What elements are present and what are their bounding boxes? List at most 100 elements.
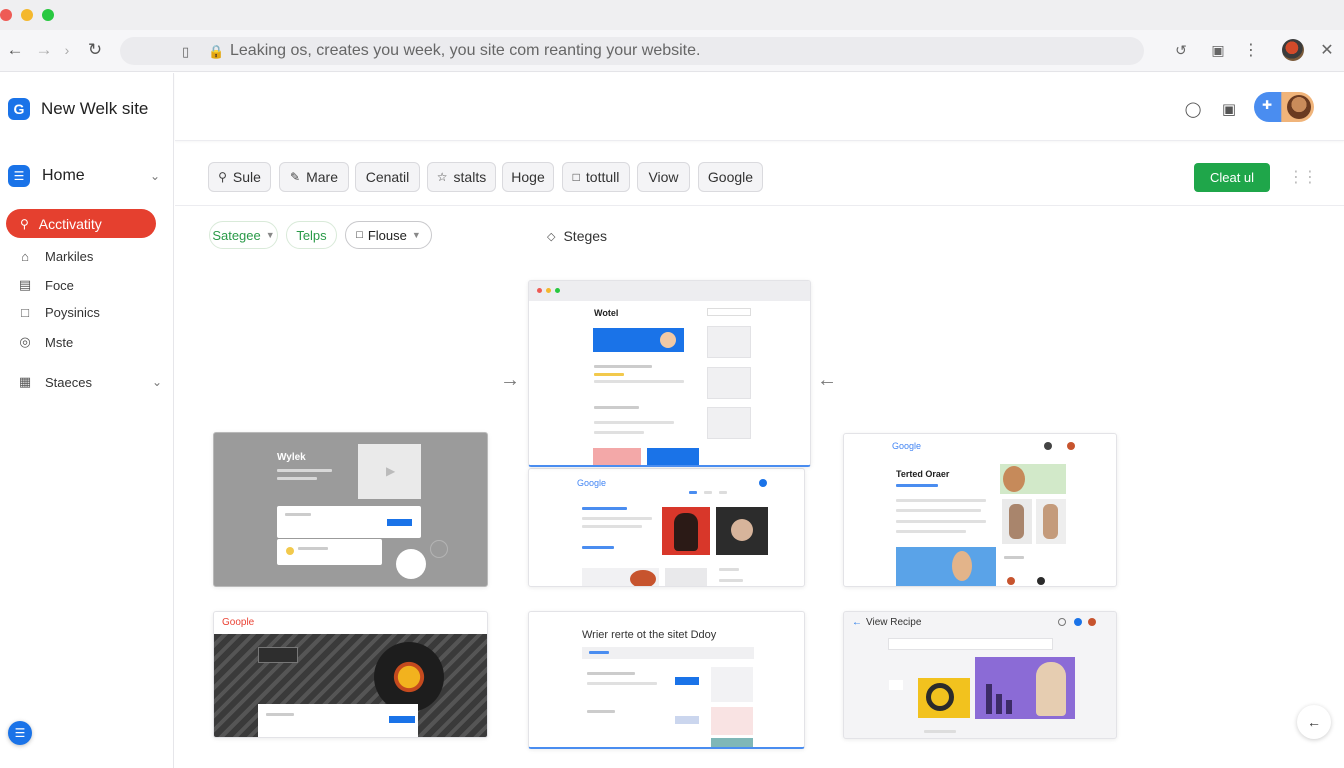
sidebar: G New Welk site ☰ Home ⌄ ⚲ Acctivatity ⌂…	[0, 73, 174, 768]
chevron-down-icon[interactable]: ⌄	[150, 169, 160, 183]
card-thumb	[707, 326, 751, 358]
back-arrow-icon[interactable]: ←	[852, 617, 862, 628]
chevron-down-icon[interactable]: ⌄	[152, 375, 162, 389]
chip-hoge[interactable]: Hoge	[502, 162, 554, 192]
card-photo-person	[1003, 466, 1025, 492]
card-photo-figure	[674, 513, 698, 551]
close-icon[interactable]: ✕	[1316, 39, 1338, 61]
star-icon: ☆	[436, 170, 448, 184]
card-text-line	[298, 547, 328, 550]
card-text-line	[896, 530, 966, 533]
card-text-line	[587, 682, 657, 685]
card-tile-pink	[593, 448, 641, 465]
create-button[interactable]: Cleat ul	[1194, 163, 1270, 192]
search-icon: ⚲	[218, 170, 227, 184]
extension-icon[interactable]: ↺	[1170, 39, 1192, 61]
stages-text: Steges	[563, 228, 608, 244]
globe-icon[interactable]: ◯	[1183, 99, 1203, 119]
arrow-left-icon[interactable]: ←	[817, 369, 837, 392]
featured-site-card[interactable]: Wotel	[528, 280, 811, 467]
card-dot	[555, 288, 560, 293]
card-photo-blue	[896, 547, 996, 586]
chip-label: Hoge	[511, 169, 545, 185]
maximize-window-button[interactable]	[42, 9, 54, 21]
google-site-card[interactable]: Google	[528, 468, 805, 587]
profile-avatar[interactable]	[1282, 39, 1304, 61]
card-text-line	[582, 546, 614, 549]
sidebar-item-active[interactable]: ⚲ Acctivatity	[6, 209, 156, 238]
recipe-site-card[interactable]: ← View Recipe	[843, 611, 1117, 739]
chat-fab-icon[interactable]: ☰	[8, 721, 32, 745]
sidebar-item-home[interactable]: ☰ Home ⌄	[8, 165, 160, 187]
chip-viow[interactable]: Viow	[637, 162, 690, 192]
card-form-button	[387, 519, 412, 526]
filter-telps[interactable]: Telps	[286, 221, 337, 249]
sidebar-item-label: Markiles	[45, 249, 94, 264]
sidebar-item-poysinics[interactable]: □ Poysinics	[17, 305, 162, 320]
brand[interactable]: G New Welk site	[8, 98, 148, 120]
chevron-down-icon: ▼	[265, 230, 275, 240]
card-title: View Recipe	[866, 617, 922, 628]
chip-label: Sule	[232, 169, 261, 185]
page-icon: ▯	[182, 44, 190, 59]
card-text-line	[587, 672, 635, 675]
card-text-line	[277, 477, 317, 480]
chip-stalts[interactable]: ☆ stalts	[427, 162, 496, 192]
card-form-button	[675, 716, 699, 724]
camera-icon[interactable]: ▣	[1207, 39, 1229, 61]
chevron-right-icon[interactable]: ›	[56, 39, 78, 61]
arrow-left-icon[interactable]: ←	[1297, 705, 1331, 739]
address-bar[interactable]: ▯ 🔒 Leaking os, creates you week, you si…	[120, 37, 1144, 65]
sidebar-group-staeces[interactable]: ▦ Staeces ⌄	[17, 374, 162, 390]
forward-arrow-icon[interactable]: →	[33, 39, 55, 61]
card-title: Wrier rerte ot the sitet Ddoy	[582, 629, 717, 641]
address-text[interactable]: Leaking os, creates you week, you site c…	[230, 42, 700, 60]
stages-label[interactable]: ◇ Steges	[547, 228, 607, 244]
card-thumb-teal	[711, 738, 753, 747]
sidebar-item-foce[interactable]: ▤ Foce	[17, 277, 162, 293]
sidebar-item-label: Poysinics	[45, 305, 100, 320]
card-brand: Google	[892, 441, 922, 451]
card-photo-person	[1036, 662, 1066, 716]
card-avatar	[1037, 577, 1045, 585]
diamond-icon: ◇	[547, 230, 556, 243]
reload-icon[interactable]: ↻	[84, 39, 106, 61]
account-pill[interactable]: ✚	[1254, 92, 1314, 122]
card-title: Wylek	[277, 452, 306, 463]
inbox-icon[interactable]: ▣	[1219, 99, 1239, 119]
back-arrow-icon[interactable]: ←	[4, 39, 26, 61]
card-text-line	[719, 568, 739, 571]
card-text-line	[582, 525, 642, 528]
gray-site-card[interactable]: Wylek ▶	[213, 432, 488, 587]
article-site-card[interactable]: Wrier rerte ot the sitet Ddoy	[528, 611, 805, 749]
chip-sule[interactable]: ⚲ Sule	[208, 162, 271, 192]
sidebar-item-markiles[interactable]: ⌂ Markiles	[17, 249, 162, 264]
more-vertical-icon[interactable]: ⋮	[1240, 39, 1262, 61]
arrow-right-icon[interactable]: →	[500, 369, 520, 392]
card-text-line	[1004, 556, 1024, 559]
card-photo-ring	[926, 683, 954, 711]
filter-flouse[interactable]: □ Flouse ▼	[345, 221, 432, 249]
card-text-line	[594, 380, 684, 383]
order-site-card[interactable]: Google Terted Oraer	[843, 433, 1117, 587]
card-avatar	[759, 479, 767, 487]
sidebar-item-mste[interactable]: ◎ Mste	[17, 334, 162, 350]
filter-sategee[interactable]: Sategee ▼	[209, 221, 278, 249]
brand-name: New Welk site	[41, 99, 149, 118]
chip-tottull[interactable]: □ tottull	[562, 162, 630, 192]
chip-google[interactable]: Google	[698, 162, 763, 192]
minimize-window-button[interactable]	[21, 9, 33, 21]
drag-grip-icon[interactable]: ⋮⋮	[1288, 167, 1318, 187]
list-icon: ▤	[18, 277, 32, 292]
card-thumb	[707, 367, 751, 399]
card-bar	[1006, 700, 1012, 714]
chip-label: stalts	[453, 169, 487, 185]
card-browser-bar	[529, 281, 810, 301]
chip-mare[interactable]: ✎ Mare	[279, 162, 349, 192]
chip-cenatil[interactable]: Cenatil	[355, 162, 420, 192]
chip-label: Mare	[306, 169, 338, 185]
card-text-line	[582, 517, 652, 520]
card-title: Wotel	[594, 308, 619, 318]
photo-site-card[interactable]: Goople	[213, 611, 488, 738]
close-window-button[interactable]	[0, 9, 12, 21]
